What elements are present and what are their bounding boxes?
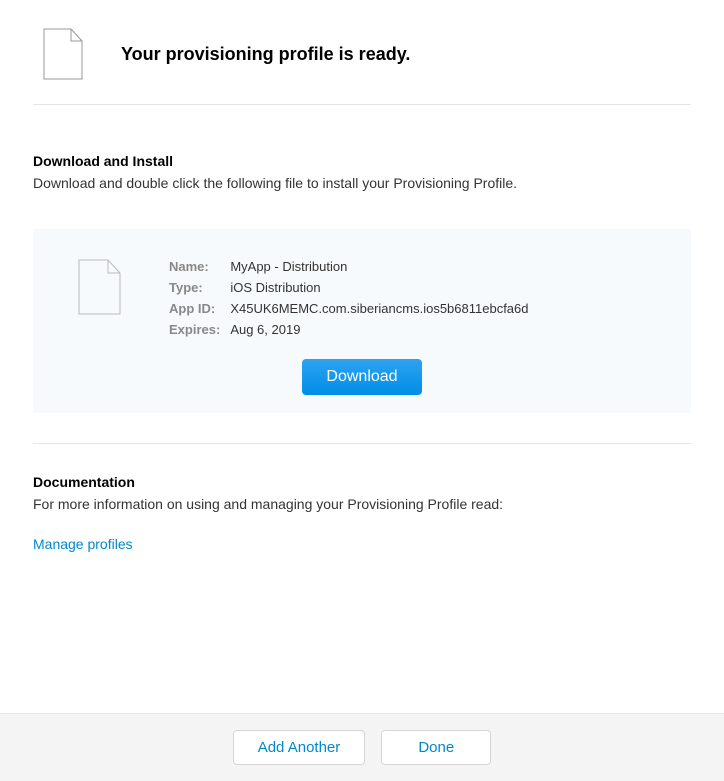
value-type: iOS Distribution: [230, 280, 528, 295]
value-expires: Aug 6, 2019: [230, 322, 528, 337]
download-title: Download and Install: [33, 153, 691, 169]
documentation-title: Documentation: [33, 474, 691, 490]
footer-bar: Add Another Done: [0, 713, 724, 781]
done-button[interactable]: Done: [381, 730, 491, 765]
label-type: Type:: [169, 280, 220, 295]
profile-details: Name: MyApp - Distribution Type: iOS Dis…: [78, 259, 646, 337]
document-icon: [43, 28, 83, 80]
documentation-section: Documentation For more information on us…: [33, 474, 691, 552]
label-name: Name:: [169, 259, 220, 274]
document-icon: [78, 259, 121, 315]
value-app-id: X45UK6MEMC.com.siberiancms.ios5b6811ebcf…: [230, 301, 528, 316]
details-table: Name: MyApp - Distribution Type: iOS Dis…: [169, 259, 529, 337]
page-title: Your provisioning profile is ready.: [121, 44, 410, 65]
download-desc: Download and double click the following …: [33, 175, 691, 191]
profile-card: Name: MyApp - Distribution Type: iOS Dis…: [33, 229, 691, 413]
divider: [33, 443, 691, 444]
documentation-desc: For more information on using and managi…: [33, 496, 691, 512]
manage-profiles-link[interactable]: Manage profiles: [33, 536, 133, 552]
download-section: Download and Install Download and double…: [33, 105, 691, 552]
header-section: Your provisioning profile is ready.: [33, 0, 691, 105]
label-expires: Expires:: [169, 322, 220, 337]
download-button[interactable]: Download: [302, 359, 421, 395]
add-another-button[interactable]: Add Another: [233, 730, 366, 765]
value-name: MyApp - Distribution: [230, 259, 528, 274]
label-app-id: App ID:: [169, 301, 220, 316]
